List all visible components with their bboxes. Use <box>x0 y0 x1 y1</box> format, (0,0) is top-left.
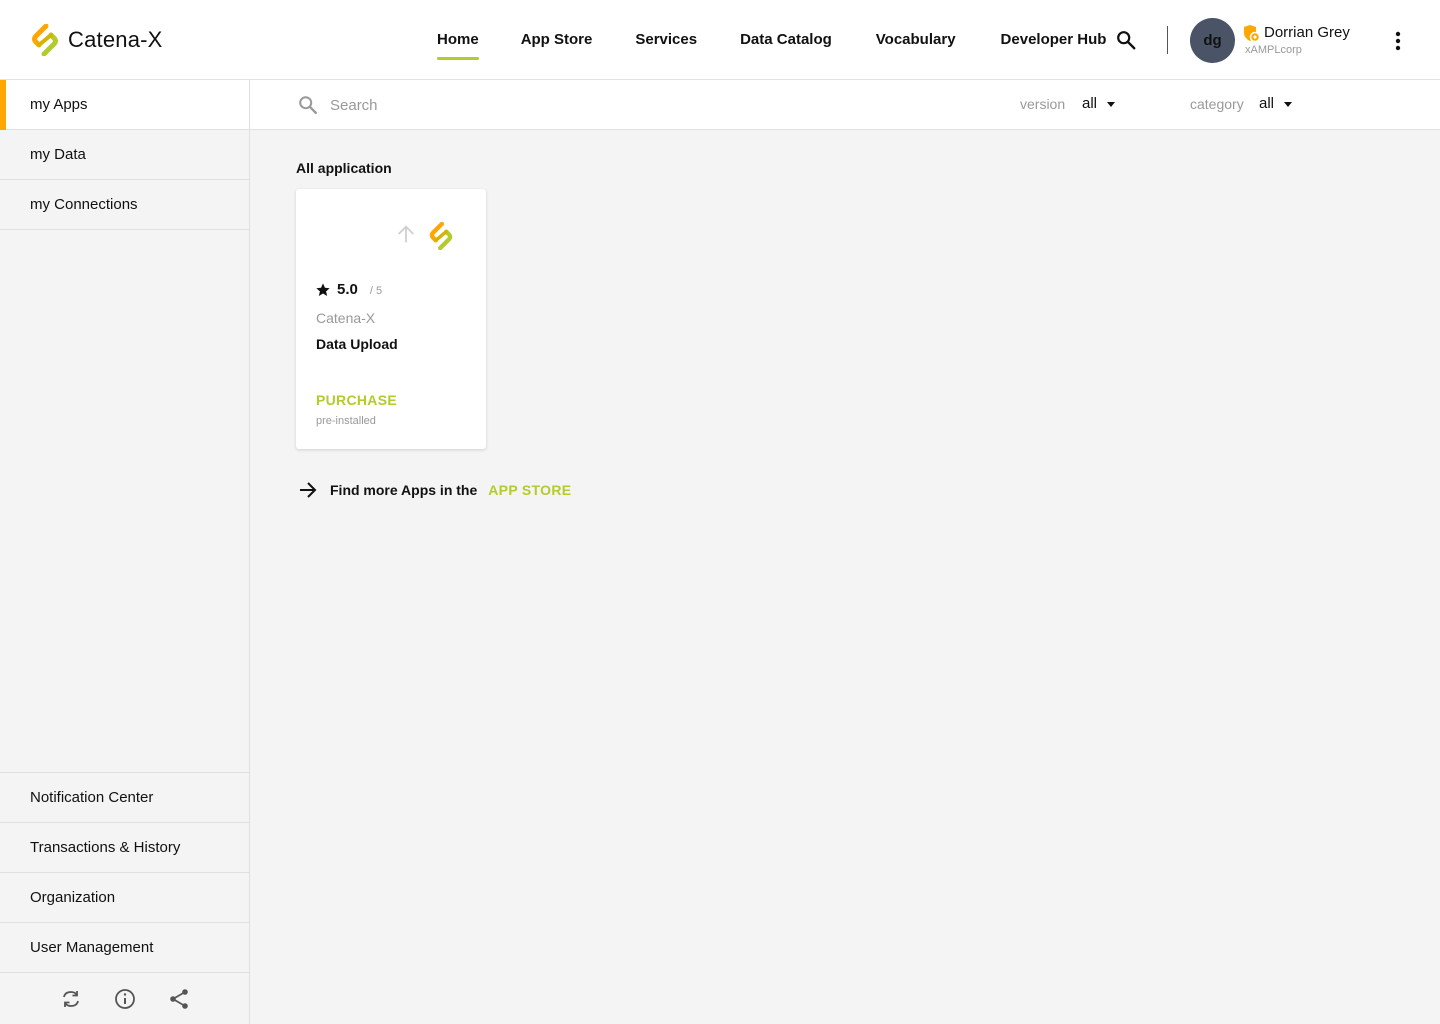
sidebar-item-label: Notification Center <box>30 789 154 806</box>
version-select[interactable]: all <box>1082 95 1116 112</box>
sidebar-item-label: Transactions & History <box>30 839 181 856</box>
app-status: pre-installed <box>316 415 376 427</box>
caret-down-icon <box>1107 102 1116 107</box>
header-divider <box>1167 26 1168 54</box>
user-avatar[interactable]: dg <box>1190 18 1235 63</box>
sidebar-item-transactions-history[interactable]: Transactions & History <box>0 823 249 873</box>
sidebar: my Apps my Data my Connections Notificat… <box>0 80 250 1024</box>
app-rating: 5.0 / 5 <box>315 281 382 298</box>
user-name: Dorrian Grey <box>1264 24 1350 41</box>
sidebar-item-organization[interactable]: Organization <box>0 873 249 923</box>
sidebar-item-label: Organization <box>30 889 116 906</box>
sidebar-item-notification-center[interactable]: Notification Center <box>0 773 249 823</box>
info-icon[interactable] <box>113 987 137 1011</box>
brand-name: Catena-X <box>68 27 163 52</box>
nav-home[interactable]: Home <box>437 0 479 80</box>
app-vendor: Catena-X <box>316 310 376 326</box>
sidebar-item-user-management[interactable]: User Management <box>0 923 249 973</box>
sidebar-footer <box>0 973 249 1024</box>
brand-logo[interactable]: Catena-X <box>30 24 163 56</box>
nav-services[interactable]: Services <box>635 0 697 80</box>
shield-badge-icon <box>1244 25 1261 43</box>
find-more-apps: Find more Apps in the APP STORE <box>296 478 571 502</box>
filter-bar: version all category all <box>250 80 1440 130</box>
share-icon[interactable] <box>167 987 191 1011</box>
main-nav: Home App Store Services Data Catalog Voc… <box>437 0 1106 80</box>
sidebar-item-my-data[interactable]: my Data <box>0 130 249 180</box>
more-vert-icon[interactable] <box>1388 29 1408 53</box>
app-title: Data Upload <box>316 336 398 352</box>
search-icon <box>299 96 317 114</box>
nav-app-store[interactable]: App Store <box>521 0 593 80</box>
version-filter-label: version <box>1020 96 1066 112</box>
nav-data-catalog[interactable]: Data Catalog <box>740 0 832 80</box>
caret-down-icon <box>1284 102 1293 107</box>
sidebar-item-label: my Apps <box>30 96 88 113</box>
app-card[interactable]: 5.0 / 5 Catena-X Data Upload PURCHASE pr… <box>296 189 486 449</box>
nav-vocabulary[interactable]: Vocabulary <box>876 0 956 80</box>
category-filter-label: category <box>1190 96 1244 112</box>
arrow-up-icon <box>398 225 414 243</box>
find-more-text: Find more Apps in the <box>330 482 478 498</box>
sidebar-item-my-apps[interactable]: my Apps <box>0 80 249 130</box>
user-org: xAMPLcorp <box>1245 44 1302 56</box>
sidebar-item-label: my Connections <box>30 196 138 213</box>
search-icon[interactable] <box>1115 29 1137 51</box>
top-header: Catena-X Home App Store Services Data Ca… <box>0 0 1440 80</box>
category-select[interactable]: all <box>1259 95 1293 112</box>
purchase-button[interactable]: PURCHASE <box>316 392 397 408</box>
arrow-right-icon <box>300 482 317 498</box>
app-store-link[interactable]: APP STORE <box>488 482 571 498</box>
search-input[interactable] <box>330 93 930 117</box>
nav-developer-hub[interactable]: Developer Hub <box>1001 0 1107 80</box>
rating-value: 5.0 <box>337 281 358 298</box>
star-icon <box>316 282 330 296</box>
catena-x-logo-icon <box>32 24 58 56</box>
rating-max: / 5 <box>369 285 383 297</box>
section-title: All application <box>296 160 392 176</box>
sidebar-item-my-connections[interactable]: my Connections <box>0 180 249 230</box>
version-select-value: all <box>1082 95 1098 112</box>
sync-icon[interactable] <box>59 987 83 1011</box>
sidebar-item-label: User Management <box>30 939 154 956</box>
category-select-value: all <box>1259 95 1275 112</box>
sidebar-item-label: my Data <box>30 146 86 163</box>
catena-x-logo-icon <box>429 222 453 250</box>
